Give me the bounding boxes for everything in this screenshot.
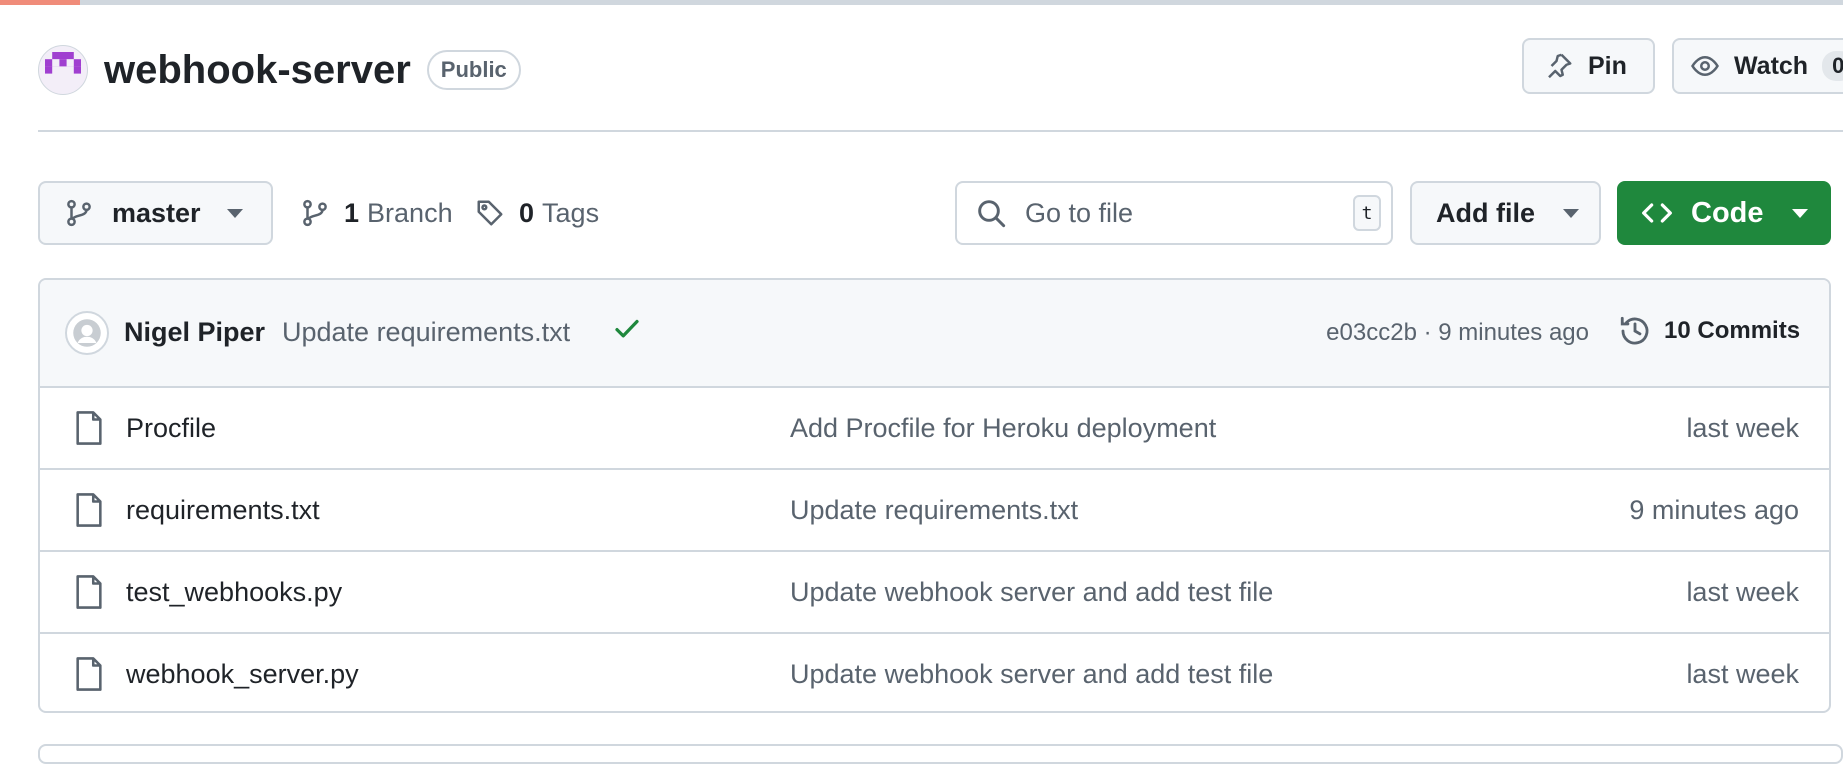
file-row[interactable]: requirements.txt Update requirements.txt… bbox=[40, 470, 1829, 552]
chevron-down-icon bbox=[1791, 208, 1808, 218]
file-icon bbox=[74, 657, 104, 691]
code-button[interactable]: Code bbox=[1617, 181, 1831, 245]
readme-box-edge bbox=[38, 744, 1843, 764]
pin-icon bbox=[1544, 51, 1574, 81]
repo-header: webhook-server Public bbox=[38, 42, 521, 98]
branch-name: master bbox=[112, 197, 201, 228]
search-icon bbox=[975, 197, 1007, 229]
watch-count: 0 bbox=[1822, 51, 1843, 81]
chevron-down-icon bbox=[226, 208, 243, 218]
tag-icon bbox=[475, 198, 505, 228]
commit-message[interactable]: Update requirements.txt bbox=[282, 317, 570, 348]
file-commit-message[interactable]: Add Procfile for Heroku deployment bbox=[790, 413, 1216, 444]
code-icon bbox=[1641, 197, 1673, 229]
chevron-down-icon bbox=[1563, 208, 1579, 218]
file-name-link[interactable]: test_webhooks.py bbox=[126, 577, 342, 608]
tags-link[interactable]: 0 Tags bbox=[475, 181, 599, 245]
file-commit-message[interactable]: Update webhook server and add test file bbox=[790, 577, 1273, 608]
pin-button[interactable]: Pin bbox=[1522, 38, 1655, 94]
file-row[interactable]: test_webhooks.py Update webhook server a… bbox=[40, 552, 1829, 634]
branch-count: 1 bbox=[344, 197, 360, 228]
file-commit-message[interactable]: Update webhook server and add test file bbox=[790, 659, 1273, 690]
watch-label: Watch bbox=[1734, 51, 1809, 80]
go-to-file-input[interactable]: Go to file t bbox=[955, 181, 1393, 245]
commits-label: 10 Commits bbox=[1664, 317, 1801, 344]
file-name-link[interactable]: webhook_server.py bbox=[126, 659, 359, 690]
file-row[interactable]: webhook_server.py Update webhook server … bbox=[40, 634, 1829, 711]
tag-count: 0 bbox=[519, 197, 535, 228]
file-row[interactable]: Procfile Add Procfile for Heroku deploym… bbox=[40, 388, 1829, 470]
file-list: Nigel Piper Update requirements.txt e03c… bbox=[38, 278, 1831, 713]
commit-hash-time[interactable]: e03cc2b · 9 minutes ago bbox=[1326, 319, 1589, 347]
git-branch-icon bbox=[64, 198, 94, 228]
identicon-icon bbox=[45, 52, 81, 74]
file-icon bbox=[74, 411, 104, 445]
identicon-avatar[interactable] bbox=[38, 45, 88, 95]
code-label: Code bbox=[1691, 196, 1764, 229]
git-branch-icon bbox=[300, 198, 330, 228]
branch-select-button[interactable]: master bbox=[38, 181, 273, 245]
branch-label: Branch bbox=[367, 197, 453, 228]
watch-button[interactable]: Watch 0 bbox=[1672, 38, 1843, 94]
branches-link[interactable]: 1 Branch bbox=[300, 181, 453, 245]
eye-icon bbox=[1690, 51, 1720, 81]
add-file-button[interactable]: Add file bbox=[1410, 181, 1601, 245]
latest-commit-bar: Nigel Piper Update requirements.txt e03c… bbox=[40, 280, 1829, 388]
user-icon bbox=[73, 319, 101, 347]
repo-name-link[interactable]: webhook-server bbox=[104, 48, 411, 93]
commit-author[interactable]: Nigel Piper bbox=[124, 317, 265, 348]
keyboard-shortcut-hint: t bbox=[1353, 195, 1381, 231]
file-commit-message[interactable]: Update requirements.txt bbox=[790, 495, 1078, 526]
check-icon[interactable] bbox=[612, 314, 642, 344]
file-icon bbox=[74, 493, 104, 527]
commits-link[interactable]: 10 Commits bbox=[1618, 314, 1800, 348]
file-updated-time: last week bbox=[1686, 659, 1799, 689]
pin-label: Pin bbox=[1588, 51, 1627, 80]
visibility-badge: Public bbox=[426, 50, 521, 90]
file-name-link[interactable]: Procfile bbox=[126, 413, 216, 444]
author-avatar[interactable] bbox=[65, 311, 109, 355]
top-rule bbox=[0, 0, 1843, 5]
history-icon bbox=[1618, 314, 1652, 348]
header-divider bbox=[38, 130, 1843, 132]
file-updated-time: last week bbox=[1686, 577, 1799, 607]
file-updated-time: last week bbox=[1686, 413, 1799, 443]
search-placeholder: Go to file bbox=[1025, 197, 1134, 228]
tag-label: Tags bbox=[542, 197, 600, 228]
top-accent-bar bbox=[0, 0, 80, 5]
file-updated-time: 9 minutes ago bbox=[1629, 495, 1799, 525]
file-icon bbox=[74, 575, 104, 609]
add-file-label: Add file bbox=[1436, 197, 1535, 228]
file-name-link[interactable]: requirements.txt bbox=[126, 495, 320, 526]
